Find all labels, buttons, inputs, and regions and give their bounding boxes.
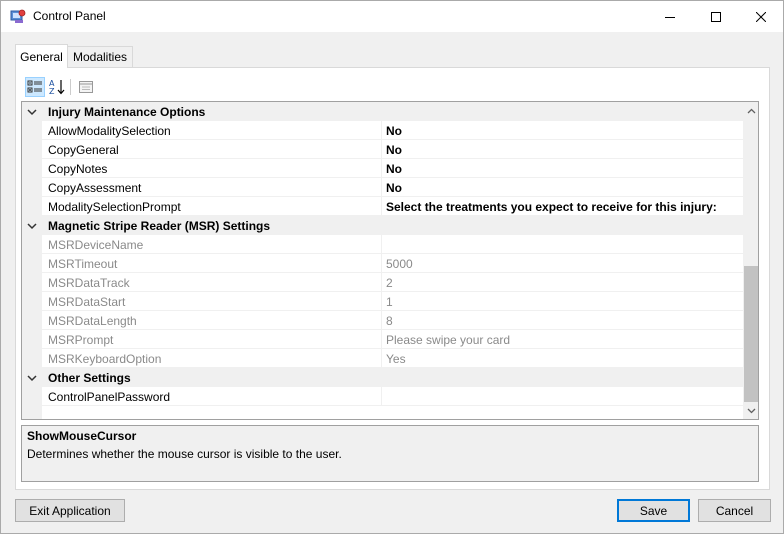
- property-row-msrdatalength[interactable]: MSRDataLength 8: [22, 311, 743, 330]
- property-name: MSRKeyboardOption: [48, 352, 162, 366]
- chevron-down-icon[interactable]: [26, 106, 38, 118]
- maximize-button[interactable]: [693, 1, 739, 32]
- cancel-label: Cancel: [715, 503, 754, 518]
- property-value[interactable]: No: [386, 162, 402, 176]
- tab-modalities-label: Modalities: [72, 50, 128, 64]
- column-divider: [381, 292, 382, 311]
- property-row-copygeneral[interactable]: CopyGeneral No: [22, 140, 743, 159]
- close-icon: [756, 11, 766, 22]
- cancel-button[interactable]: Cancel: [698, 499, 771, 522]
- column-divider: [381, 197, 382, 216]
- column-divider: [381, 254, 382, 273]
- property-name: AllowModalitySelection: [48, 124, 171, 138]
- category-label: Injury Maintenance Options: [48, 105, 206, 119]
- column-divider: [381, 178, 382, 197]
- column-divider: [381, 330, 382, 349]
- exit-application-button[interactable]: Exit Application: [15, 499, 125, 522]
- property-name: MSRDeviceName: [48, 238, 144, 252]
- window-title: Control Panel: [33, 9, 106, 23]
- property-row-msrdatatrack[interactable]: MSRDataTrack 2: [22, 273, 743, 292]
- property-row-modalityselectionprompt[interactable]: ModalitySelectionPrompt Select the treat…: [22, 197, 743, 216]
- column-divider: [381, 387, 382, 406]
- property-value[interactable]: No: [386, 124, 402, 138]
- property-value[interactable]: No: [386, 181, 402, 195]
- title-bar[interactable]: Control Panel: [1, 1, 783, 32]
- property-value[interactable]: Select the treatments you expect to rece…: [386, 200, 717, 214]
- property-name: CopyNotes: [48, 162, 108, 176]
- property-name: MSRDataLength: [48, 314, 137, 328]
- help-panel: ShowMouseCursor Determines whether the m…: [21, 425, 759, 482]
- column-divider: [381, 349, 382, 368]
- property-row-copyassessment[interactable]: CopyAssessment No: [22, 178, 743, 197]
- category-msr-settings[interactable]: Magnetic Stripe Reader (MSR) Settings: [22, 216, 743, 235]
- property-grid-body: Injury Maintenance Options AllowModality…: [22, 102, 743, 419]
- property-row-msrprompt[interactable]: MSRPrompt Please swipe your card: [22, 330, 743, 349]
- minimize-icon: [665, 16, 675, 18]
- property-name: ModalitySelectionPrompt: [48, 200, 181, 214]
- category-injury-maintenance-options[interactable]: Injury Maintenance Options: [22, 102, 743, 121]
- tab-general[interactable]: General: [15, 44, 68, 68]
- maximize-icon: [711, 11, 721, 22]
- chevron-down-icon[interactable]: [26, 220, 38, 232]
- chevron-down-icon: [747, 408, 756, 413]
- property-value[interactable]: No: [386, 143, 402, 157]
- tab-modalities[interactable]: Modalities: [68, 46, 133, 68]
- property-row-msrkeyboardoption[interactable]: MSRKeyboardOption Yes: [22, 349, 743, 368]
- minimize-button[interactable]: [647, 1, 693, 32]
- column-divider: [381, 235, 382, 254]
- property-name: MSRDataStart: [48, 295, 126, 309]
- property-row-copynotes[interactable]: CopyNotes No: [22, 159, 743, 178]
- property-value[interactable]: 5000: [386, 257, 413, 271]
- property-row-allowmodalityselection[interactable]: AllowModalitySelection No: [22, 121, 743, 140]
- category-other-settings[interactable]: Other Settings: [22, 368, 743, 387]
- property-row-controlpanelpassword[interactable]: ControlPanelPassword: [22, 387, 743, 406]
- control-panel-window: Control Panel General Modalities A Z Inj…: [0, 0, 784, 534]
- column-divider: [381, 311, 382, 330]
- property-name: MSRTimeout: [48, 257, 118, 271]
- help-title: ShowMouseCursor: [27, 429, 137, 443]
- property-name: MSRDataTrack: [48, 276, 130, 290]
- help-description: Determines whether the mouse cursor is v…: [27, 447, 342, 461]
- toolbar-separator: [70, 79, 71, 95]
- close-button[interactable]: [738, 1, 784, 32]
- column-divider: [381, 159, 382, 178]
- property-value[interactable]: 1: [386, 295, 393, 309]
- vertical-scrollbar[interactable]: [743, 102, 758, 419]
- property-row-msrtimeout[interactable]: MSRTimeout 5000: [22, 254, 743, 273]
- column-divider: [381, 121, 382, 140]
- categorized-view-button[interactable]: [25, 77, 45, 97]
- control-panel-app-icon: [10, 8, 26, 24]
- chevron-down-icon[interactable]: [26, 372, 38, 384]
- property-row-msrdatastart[interactable]: MSRDataStart 1: [22, 292, 743, 311]
- property-name: ControlPanelPassword: [48, 390, 171, 404]
- property-pages-icon: [79, 81, 93, 93]
- column-divider: [381, 273, 382, 292]
- property-value[interactable]: 2: [386, 276, 393, 290]
- scroll-down-button[interactable]: [743, 402, 758, 419]
- property-value[interactable]: Please swipe your card: [386, 333, 510, 347]
- column-divider: [381, 140, 382, 159]
- save-label: Save: [639, 503, 668, 518]
- category-label: Other Settings: [48, 371, 131, 385]
- property-pages-button[interactable]: [76, 77, 96, 97]
- property-grid[interactable]: Injury Maintenance Options AllowModality…: [21, 101, 759, 420]
- scrollbar-thumb[interactable]: [744, 266, 758, 402]
- property-name: CopyGeneral: [48, 143, 119, 157]
- alphabetical-sort-button[interactable]: A Z: [47, 77, 67, 97]
- chevron-up-icon: [747, 108, 756, 113]
- property-value[interactable]: Yes: [386, 352, 406, 366]
- tab-general-label: General: [20, 49, 63, 64]
- category-label: Magnetic Stripe Reader (MSR) Settings: [48, 219, 271, 233]
- property-name: MSRPrompt: [48, 333, 114, 347]
- scroll-up-button[interactable]: [743, 102, 758, 119]
- save-button[interactable]: Save: [617, 499, 690, 522]
- categorized-view-icon: [27, 80, 42, 93]
- alphabetical-sort-icon: A Z: [49, 79, 65, 96]
- svg-text:Z: Z: [49, 87, 55, 96]
- property-value[interactable]: 8: [386, 314, 393, 328]
- property-row-msrdevicename[interactable]: MSRDeviceName: [22, 235, 743, 254]
- property-name: CopyAssessment: [48, 181, 142, 195]
- exit-application-label: Exit Application: [29, 503, 111, 518]
